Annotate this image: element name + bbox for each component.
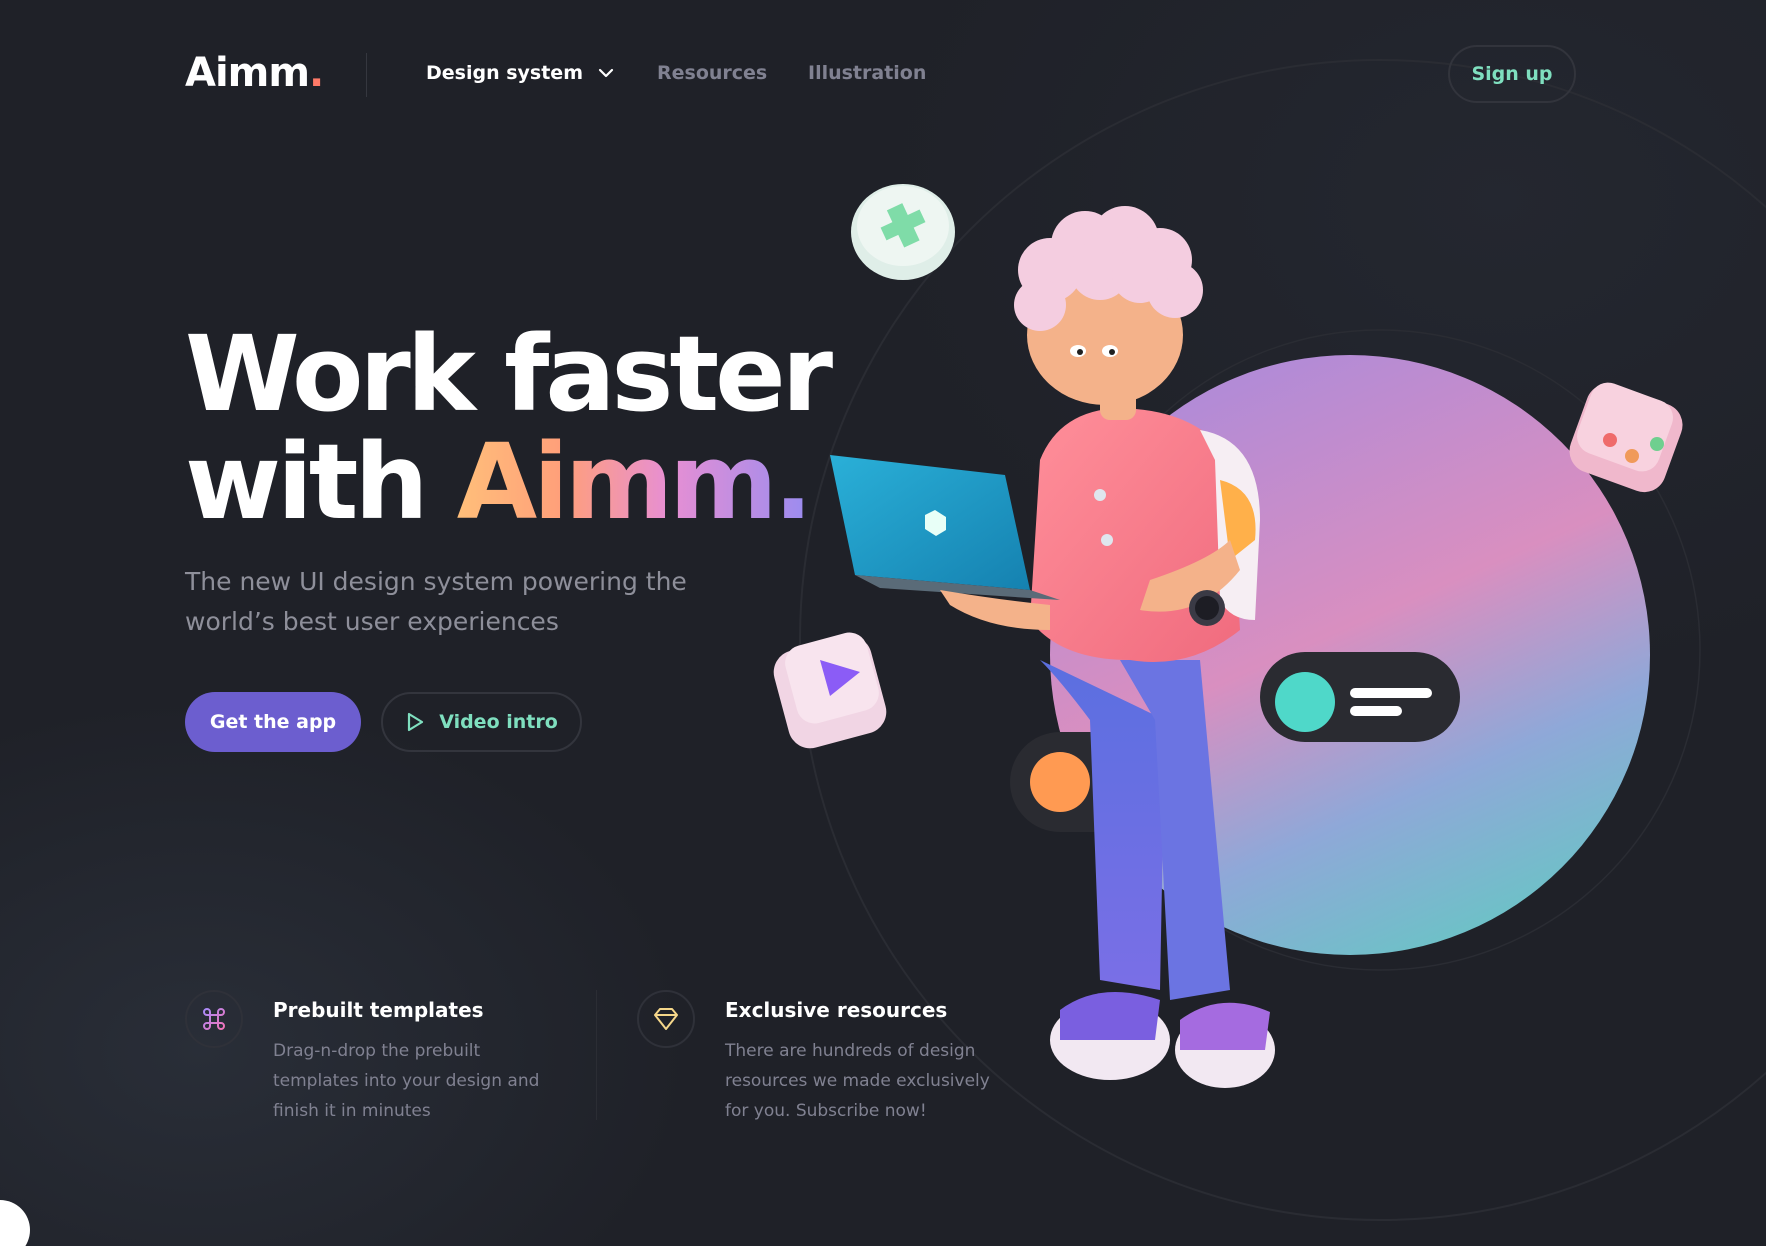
headline-line-2: with Aimm.	[185, 428, 829, 536]
feature-title: Prebuilt templates	[273, 998, 484, 1022]
command-icon	[203, 1008, 225, 1030]
pill-card-right	[1260, 652, 1460, 742]
floating-play-cube	[773, 632, 887, 749]
chevron-down-icon	[598, 68, 614, 78]
brand-logo-dot: .	[309, 50, 324, 96]
brand-logo[interactable]: Aimm.	[185, 50, 324, 96]
hero-subtitle: The new UI design system powering the wo…	[185, 567, 687, 636]
video-intro-label: Video intro	[439, 711, 558, 733]
hero-illustration	[773, 184, 1683, 1088]
signup-button[interactable]: Sign up	[1448, 45, 1576, 103]
nav-item-illustration[interactable]: Illustration	[808, 62, 926, 84]
hero-headline: Work faster with Aimm.	[185, 313, 833, 536]
headline-line-1: Work faster	[185, 313, 833, 435]
corner-decoration	[0, 1200, 30, 1246]
nav-divider	[366, 53, 367, 97]
feature-divider	[596, 990, 597, 1120]
brand-name: Aimm	[185, 50, 310, 96]
play-icon	[408, 712, 424, 732]
video-intro-button[interactable]: Video intro	[381, 692, 582, 752]
diamond-icon	[654, 1008, 678, 1030]
nav-item-label: Design system	[426, 62, 583, 84]
headline-brand-gradient: Aimm.	[456, 421, 813, 543]
nav-item-design-system[interactable]: Design system	[426, 62, 615, 84]
landing-page: Aimm. Design system Resources Illustrati…	[0, 0, 1766, 1246]
feature-icon-wrapper	[637, 990, 695, 1048]
floating-cross-cube	[851, 184, 955, 280]
nav-item-resources[interactable]: Resources	[657, 62, 767, 84]
feature-description: Drag-n-drop the prebuilt templates into …	[273, 1041, 540, 1121]
get-the-app-button[interactable]: Get the app	[185, 692, 361, 752]
feature-icon-wrapper	[185, 990, 243, 1048]
headline-line-2-prefix: with	[185, 421, 457, 543]
